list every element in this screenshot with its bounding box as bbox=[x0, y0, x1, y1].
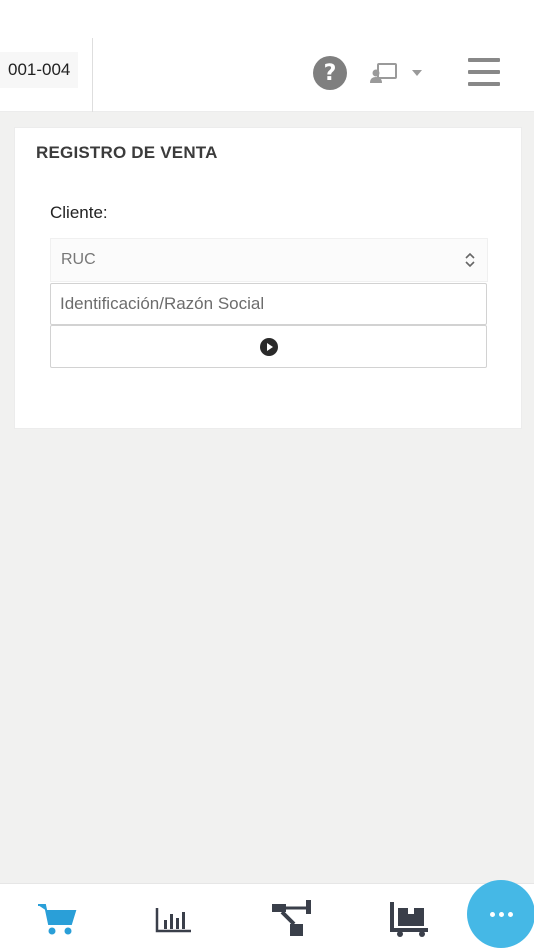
bar-chart-icon bbox=[155, 908, 191, 933]
identification-input[interactable] bbox=[50, 283, 487, 325]
document-type-select[interactable]: RUC bbox=[50, 238, 488, 282]
user-card-icon bbox=[370, 63, 397, 83]
card-title: REGISTRO DE VENTA bbox=[36, 143, 218, 162]
bottom-nav bbox=[0, 883, 534, 950]
top-header: 001-004 ? bbox=[0, 0, 534, 112]
nav-item-sales[interactable] bbox=[36, 902, 78, 941]
cart-icon bbox=[38, 904, 77, 935]
header-divider bbox=[92, 38, 93, 112]
nav-item-inventory[interactable] bbox=[388, 900, 432, 943]
sale-register-card: REGISTRO DE VENTA Cliente: RUC bbox=[14, 127, 522, 429]
inventory-cart-icon bbox=[390, 902, 428, 937]
chevron-down-icon bbox=[412, 70, 422, 76]
hamburger-icon[interactable] bbox=[468, 58, 500, 86]
client-label: Cliente: bbox=[50, 203, 108, 222]
app-page: 001-004 ? REGISTRO DE VENTA Cliente: RUC bbox=[0, 0, 534, 950]
user-menu-button[interactable] bbox=[370, 58, 426, 88]
updown-chevron-icon bbox=[465, 252, 475, 268]
help-icon[interactable]: ? bbox=[313, 56, 347, 90]
search-client-button[interactable] bbox=[50, 325, 487, 368]
document-type-value: RUC bbox=[61, 251, 96, 268]
nav-item-reports[interactable] bbox=[154, 904, 194, 939]
play-circle-icon bbox=[259, 337, 278, 356]
nav-item-hierarchy[interactable] bbox=[270, 898, 314, 943]
more-dots-icon bbox=[489, 911, 513, 917]
terminal-code[interactable]: 001-004 bbox=[0, 52, 79, 88]
hierarchy-icon bbox=[272, 900, 311, 936]
more-options-button[interactable] bbox=[467, 880, 534, 948]
